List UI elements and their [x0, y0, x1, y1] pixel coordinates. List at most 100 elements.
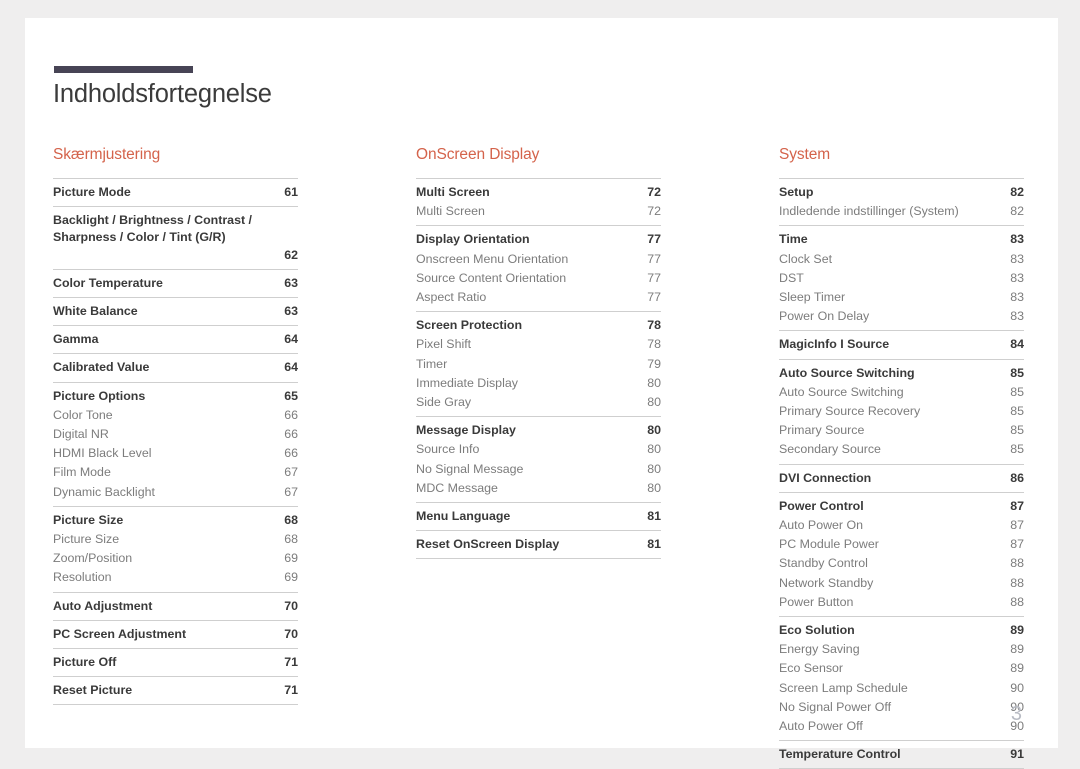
toc-entry[interactable]: Eco Sensor 89 [779, 659, 1024, 678]
toc-entry-label: PC Screen Adjustment [53, 626, 187, 641]
toc-entry[interactable]: Onscreen Menu Orientation 77 [416, 250, 661, 269]
title-rule [54, 66, 193, 73]
toc-entry[interactable]: Gamma 64 [53, 330, 298, 349]
toc-entry-label: Power Control [779, 498, 864, 513]
toc-entry[interactable]: Primary Source Recovery 85 [779, 402, 1024, 421]
toc-entry[interactable]: Clock Set 83 [779, 250, 1024, 269]
toc-entry-label: Network Standby [779, 575, 874, 590]
toc-entry[interactable]: Auto Source Switching 85 [779, 364, 1024, 383]
toc-entry[interactable]: Sleep Timer 83 [779, 288, 1024, 307]
toc-entry[interactable]: Primary Source 85 [779, 421, 1024, 440]
toc-entry[interactable]: Standby Control 88 [779, 554, 1024, 573]
toc-entry[interactable]: No Signal Message 80 [416, 460, 661, 479]
toc-entry[interactable]: DVI Connection 86 [779, 469, 1024, 488]
toc-entry[interactable]: Picture Options 65 [53, 387, 298, 406]
toc-entry-label: Picture Mode [53, 185, 131, 199]
toc-entry-label: Time [779, 232, 808, 247]
toc-entry-page-number: 71 [284, 683, 298, 698]
toc-entry[interactable]: White Balance 63 [53, 302, 298, 321]
toc-entry-page-number: 79 [647, 356, 661, 371]
toc-entry-label: Picture Off [53, 655, 117, 670]
toc-group: Picture Size 68 Picture Size 68 Zoom/Positio… [53, 505, 298, 592]
toc-entry[interactable]: Auto Power On 87 [779, 516, 1024, 535]
toc-entry[interactable]: Message Display 80 [416, 421, 661, 440]
toc-entry[interactable]: Immediate Display 80 [416, 374, 661, 393]
toc-entry-label: Screen Protection [416, 318, 523, 333]
toc-entry[interactable]: Power Control 87 [779, 497, 1024, 516]
toc-entry-label: Standby Control [779, 556, 868, 571]
toc-entry[interactable]: Eco Solution 89 [779, 621, 1024, 640]
toc-entry-page-number: 88 [1010, 556, 1024, 571]
toc-entry[interactable]: DST 83 [779, 269, 1024, 288]
toc-entry[interactable]: Multi Screen 72 [416, 183, 661, 202]
toc-entry[interactable]: Picture Off 71 [53, 653, 298, 672]
toc-entry[interactable]: Power Button 88 [779, 593, 1024, 612]
toc-entry[interactable]: Setup 82 [779, 183, 1024, 202]
toc-entry-label: Gamma [53, 332, 99, 347]
toc-entry[interactable]: Screen Lamp Schedule 90 [779, 679, 1024, 698]
toc-entry[interactable]: Dynamic Backlight 67 [53, 483, 298, 502]
toc-entry[interactable]: Color Temperature 63 [53, 274, 298, 293]
toc-entry[interactable]: Energy Saving 89 [779, 640, 1024, 659]
toc-entry-label: White Balance [53, 304, 138, 319]
toc-entry[interactable]: Auto Source Switching 85 [779, 383, 1024, 402]
toc-column: Skærmjustering Picture Mode 61 Backlight / … [53, 146, 298, 769]
toc-entry-label: Digital NR [53, 427, 109, 442]
toc-entry[interactable]: Backlight / Brightness / Contrast / Shar… [53, 211, 298, 265]
toc-entry-label: Sleep Timer [779, 290, 846, 305]
toc-entry[interactable]: Reset OnScreen Display 81 [416, 535, 661, 554]
toc-entry[interactable]: Source Info 80 [416, 440, 661, 459]
toc-entry-label: Source Info [416, 442, 480, 457]
toc-entry[interactable]: MDC Message 80 [416, 479, 661, 498]
toc-group: Picture Off 71 [53, 648, 298, 676]
toc-entry-page-number: 80 [647, 423, 661, 438]
toc-entry[interactable]: Resolution 69 [53, 568, 298, 587]
toc-entry-page-number: 87 [1010, 498, 1024, 513]
toc-entry-page-number: 69 [284, 551, 298, 566]
toc-entry[interactable]: Timer 79 [416, 355, 661, 374]
toc-entry-label: Clock Set [779, 251, 833, 266]
toc-entry[interactable]: PC Screen Adjustment 70 [53, 625, 298, 644]
toc-entry[interactable]: PC Module Power 87 [779, 535, 1024, 554]
toc-entry[interactable]: Calibrated Value 64 [53, 358, 298, 377]
toc-entry[interactable]: Indledende indstillinger (System) 82 [779, 202, 1024, 221]
toc-entry[interactable]: MagicInfo I Source 84 [779, 335, 1024, 354]
toc-entry[interactable]: Power On Delay 83 [779, 307, 1024, 326]
toc-entry[interactable]: Picture Size 68 [53, 511, 298, 530]
toc-entry[interactable]: Auto Adjustment 70 [53, 597, 298, 616]
toc-entry-label: Zoom/Position [53, 551, 133, 566]
toc-entry[interactable]: Picture Size 68 [53, 530, 298, 549]
toc-entry[interactable]: Temperature Control 91 [779, 745, 1024, 764]
toc-entry[interactable]: HDMI Black Level 66 [53, 444, 298, 463]
toc-entry[interactable]: Time 83 [779, 230, 1024, 249]
toc-entry[interactable]: Screen Protection 78 [416, 316, 661, 335]
toc-entry[interactable]: No Signal Power Off 90 [779, 698, 1024, 717]
toc-entry-page-number: 77 [647, 290, 661, 305]
toc-entry[interactable]: Picture Mode 61 [53, 183, 298, 202]
toc-entry-page-number: 67 [284, 465, 298, 480]
toc-entry-page-number: 64 [284, 332, 298, 347]
toc-entry[interactable]: Secondary Source 85 [779, 440, 1024, 459]
toc-entry[interactable]: Reset Picture 71 [53, 681, 298, 700]
toc-entry-page-number: 62 [284, 247, 298, 262]
toc-entry-page-number: 71 [284, 655, 298, 670]
toc-entry[interactable]: Film Mode 67 [53, 463, 298, 482]
toc-entry[interactable]: Aspect Ratio 77 [416, 288, 661, 307]
toc-entry[interactable]: Digital NR 66 [53, 425, 298, 444]
toc-entry[interactable]: Pixel Shift 78 [416, 335, 661, 354]
toc-entry[interactable]: Zoom/Position 69 [53, 549, 298, 568]
toc-entry[interactable]: Auto Power Off 90 [779, 717, 1024, 736]
toc-entry-label: Dynamic Backlight [53, 484, 155, 499]
toc-entry-label: Auto Power On [779, 518, 864, 533]
toc-entry[interactable]: Side Gray 80 [416, 393, 661, 412]
toc-entry[interactable]: Menu Language 81 [416, 507, 661, 526]
toc-group: Time 83 Clock Set 83 DST 83 Sleep Timer 83 Power… [779, 225, 1024, 330]
toc-entry-label: Eco Solution [779, 623, 855, 638]
toc-entry[interactable]: Network Standby 88 [779, 574, 1024, 593]
toc-entry-page-number: 63 [284, 275, 298, 290]
toc-entry[interactable]: Source Content Orientation 77 [416, 269, 661, 288]
toc-entry[interactable]: Multi Screen 72 [416, 202, 661, 221]
toc-group: Display Orientation 77 Onscreen Menu Orien… [416, 225, 661, 311]
toc-entry[interactable]: Color Tone 66 [53, 406, 298, 425]
toc-entry[interactable]: Display Orientation 77 [416, 230, 661, 249]
